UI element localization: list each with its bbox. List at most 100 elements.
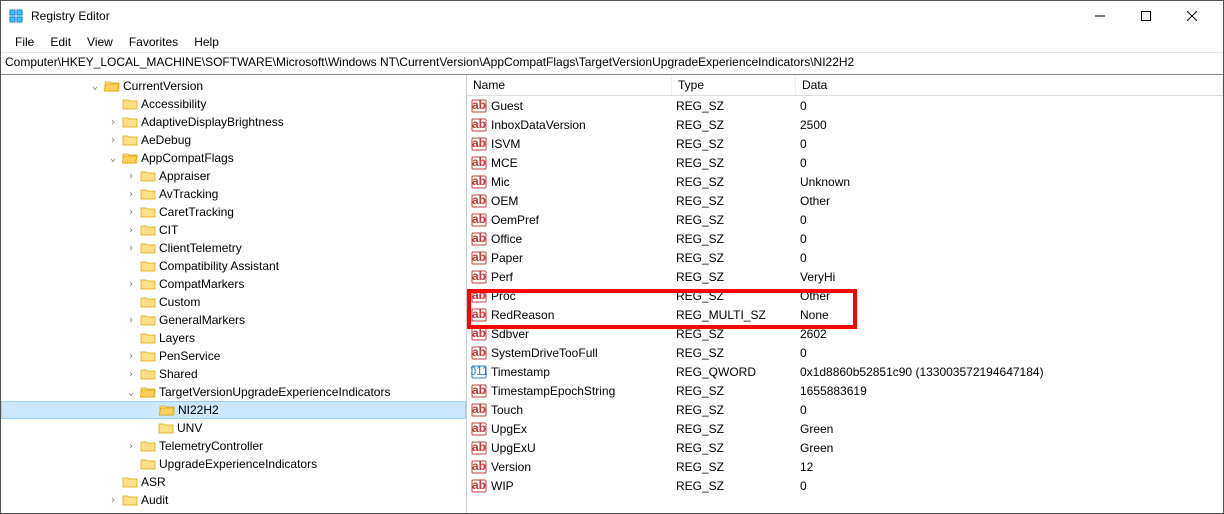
chevron-right-icon[interactable]: ›	[125, 315, 137, 326]
value-data: 0x1d8860b52851c90 (133003572194647184)	[796, 365, 1223, 379]
value-data: 0	[796, 137, 1223, 151]
menu-view[interactable]: View	[79, 33, 121, 51]
tree-item[interactable]: ›AvTracking	[1, 185, 466, 203]
col-data[interactable]: Data	[796, 75, 1223, 95]
list-row[interactable]: abPerfREG_SZVeryHi	[467, 267, 1223, 286]
tree-item[interactable]: ›GeneralMarkers	[1, 311, 466, 329]
chevron-down-icon[interactable]: ⌄	[125, 387, 137, 398]
address-bar[interactable]: Computer\HKEY_LOCAL_MACHINE\SOFTWARE\Mic…	[1, 53, 1223, 75]
tree-item[interactable]: ⌄AppCompatFlags	[1, 149, 466, 167]
list-row[interactable]: abPaperREG_SZ0	[467, 248, 1223, 267]
menu-favorites[interactable]: Favorites	[121, 33, 186, 51]
value-data: 0	[796, 346, 1223, 360]
tree-item[interactable]: ›CaretTracking	[1, 203, 466, 221]
list-row[interactable]: abMCEREG_SZ0	[467, 153, 1223, 172]
chevron-right-icon[interactable]: ›	[125, 189, 137, 200]
chevron-right-icon[interactable]: ›	[125, 441, 137, 452]
close-button[interactable]	[1169, 1, 1215, 31]
value-name: TimestampEpochString	[491, 384, 615, 398]
chevron-right-icon[interactable]: ›	[125, 279, 137, 290]
tree-item[interactable]: ·ASR	[1, 473, 466, 491]
list-row[interactable]: abRedReasonREG_MULTI_SZNone	[467, 305, 1223, 324]
tree-item[interactable]: ·NI22H2	[1, 401, 466, 419]
chevron-down-icon[interactable]: ⌄	[89, 81, 101, 92]
menu-help[interactable]: Help	[186, 33, 227, 51]
chevron-right-icon[interactable]: ›	[125, 369, 137, 380]
list-row[interactable]: abTimestampEpochStringREG_SZ1655883619	[467, 381, 1223, 400]
tree-item[interactable]: ⌄CurrentVersion	[1, 77, 466, 95]
menu-edit[interactable]: Edit	[42, 33, 79, 51]
list-header[interactable]: Name Type Data	[467, 75, 1223, 96]
chevron-right-icon[interactable]: ›	[125, 171, 137, 182]
maximize-button[interactable]	[1123, 1, 1169, 31]
list-row[interactable]: abInboxDataVersionREG_SZ2500	[467, 115, 1223, 134]
tree-item[interactable]: ›Shared	[1, 365, 466, 383]
value-type: REG_SZ	[672, 137, 796, 151]
value-type: REG_SZ	[672, 270, 796, 284]
minimize-button[interactable]	[1077, 1, 1123, 31]
col-type[interactable]: Type	[672, 75, 796, 95]
svg-text:ab: ab	[472, 98, 486, 112]
col-name[interactable]: Name	[467, 75, 672, 95]
tree-item[interactable]: ›CIT	[1, 221, 466, 239]
list-row[interactable]: abSdbverREG_SZ2602	[467, 324, 1223, 343]
regedit-icon	[9, 8, 25, 24]
list-row[interactable]: abUpgExREG_SZGreen	[467, 419, 1223, 438]
chevron-right-icon[interactable]: ›	[125, 351, 137, 362]
chevron-right-icon[interactable]: ›	[107, 495, 119, 506]
tree-item[interactable]: ⌄TargetVersionUpgradeExperienceIndicator…	[1, 383, 466, 401]
list-row[interactable]: abUpgExUREG_SZGreen	[467, 438, 1223, 457]
value-data: 1655883619	[796, 384, 1223, 398]
tree-item[interactable]: ·Compatibility Assistant	[1, 257, 466, 275]
value-type: REG_SZ	[672, 251, 796, 265]
svg-text:ab: ab	[472, 193, 486, 207]
chevron-down-icon[interactable]: ⌄	[107, 153, 119, 164]
value-data: Green	[796, 422, 1223, 436]
tree-item[interactable]: ›TelemetryController	[1, 437, 466, 455]
svg-text:ab: ab	[472, 326, 486, 340]
tree-label: AdaptiveDisplayBrightness	[141, 115, 284, 129]
chevron-right-icon[interactable]: ›	[125, 243, 137, 254]
list-row[interactable]: 011TimestampREG_QWORD0x1d8860b52851c90 (…	[467, 362, 1223, 381]
list-pane[interactable]: Name Type Data abGuestREG_SZ0abInboxData…	[467, 75, 1223, 513]
tree-item[interactable]: ›Audit	[1, 491, 466, 509]
value-data: Other	[796, 289, 1223, 303]
chevron-right-icon[interactable]: ›	[107, 117, 119, 128]
svg-text:ab: ab	[472, 421, 486, 435]
tree-item[interactable]: ·Custom	[1, 293, 466, 311]
tree-item[interactable]: ›ClientTelemetry	[1, 239, 466, 257]
tree-item[interactable]: ·Accessibility	[1, 95, 466, 113]
tree-item[interactable]: ·UNV	[1, 419, 466, 437]
list-row[interactable]: abOEMREG_SZOther	[467, 191, 1223, 210]
list-row[interactable]: abWIPREG_SZ0	[467, 476, 1223, 495]
value-data: None	[796, 308, 1223, 322]
tree-item[interactable]: ›PenService	[1, 347, 466, 365]
value-data: 12	[796, 460, 1223, 474]
chevron-right-icon[interactable]: ›	[107, 135, 119, 146]
list-row[interactable]: abGuestREG_SZ0	[467, 96, 1223, 115]
chevron-right-icon[interactable]: ›	[125, 207, 137, 218]
list-row[interactable]: abSystemDriveTooFullREG_SZ0	[467, 343, 1223, 362]
chevron-right-icon[interactable]: ›	[125, 225, 137, 236]
tree-label: Custom	[159, 295, 200, 309]
menu-file[interactable]: File	[7, 33, 42, 51]
list-row[interactable]: abOfficeREG_SZ0	[467, 229, 1223, 248]
tree-item[interactable]: ›Appraiser	[1, 167, 466, 185]
tree-label: CompatMarkers	[159, 277, 244, 291]
value-data: Green	[796, 441, 1223, 455]
list-row[interactable]: abOemPrefREG_SZ0	[467, 210, 1223, 229]
tree-item[interactable]: ›AeDebug	[1, 131, 466, 149]
list-row[interactable]: abISVMREG_SZ0	[467, 134, 1223, 153]
svg-text:ab: ab	[472, 345, 486, 359]
tree-item[interactable]: › AdaptiveDisplayBrightness	[1, 113, 466, 131]
svg-text:ab: ab	[472, 478, 486, 492]
tree-item[interactable]: ·UpgradeExperienceIndicators	[1, 455, 466, 473]
value-type: REG_SZ	[672, 479, 796, 493]
list-row[interactable]: abMicREG_SZUnknown	[467, 172, 1223, 191]
tree-pane[interactable]: ⌄CurrentVersion·Accessibility › AdaptiveDi…	[1, 75, 467, 513]
tree-item[interactable]: ·Layers	[1, 329, 466, 347]
list-row[interactable]: abVersionREG_SZ12	[467, 457, 1223, 476]
list-row[interactable]: abProcREG_SZOther	[467, 286, 1223, 305]
tree-item[interactable]: › CompatMarkers	[1, 275, 466, 293]
list-row[interactable]: abTouchREG_SZ0	[467, 400, 1223, 419]
